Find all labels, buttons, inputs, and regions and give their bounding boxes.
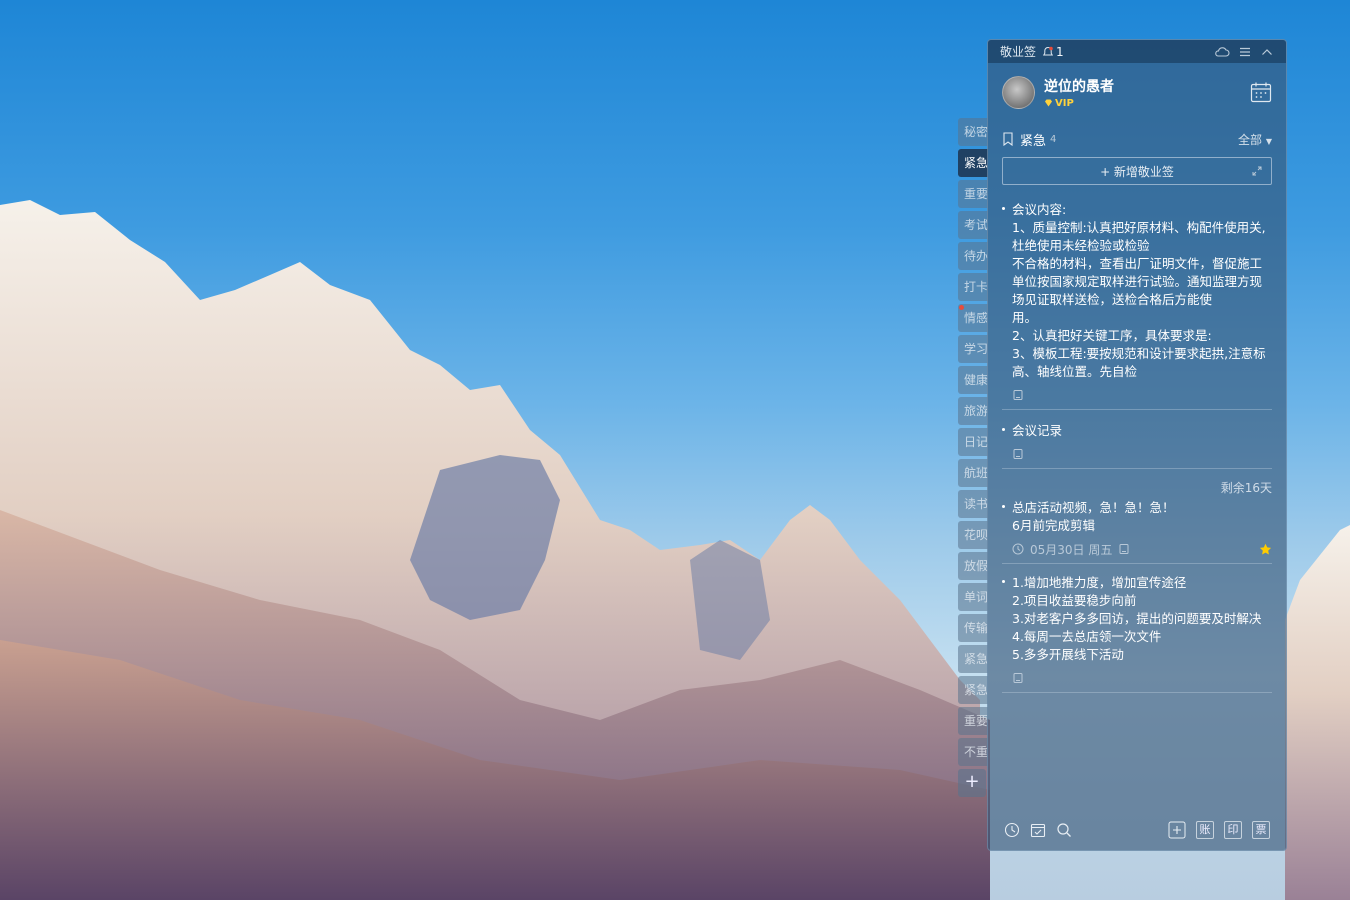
note-text: 会议内容: 1、质量控制:认真把好原材料、构配件使用关,杜绝使用未经检验或检验 …	[1012, 202, 1266, 379]
notification-count: 1	[1056, 44, 1064, 59]
clock-icon	[1012, 543, 1024, 555]
category-tab[interactable]: 重要	[958, 707, 988, 735]
note-tag-icon[interactable]	[1012, 448, 1024, 460]
category-tab[interactable]: 紧急	[958, 645, 988, 673]
category-count: 4	[1050, 133, 1057, 145]
note-date: 05月30日 周五	[1030, 542, 1113, 557]
collapse-icon[interactable]	[1260, 46, 1274, 58]
category-tab[interactable]: 放假	[958, 552, 988, 580]
app-title: 敬业签	[1000, 45, 1037, 59]
category-tab[interactable]: 健康	[958, 366, 988, 394]
bell-icon	[1042, 46, 1054, 55]
category-tab[interactable]: 日记	[958, 428, 988, 456]
ledger-button[interactable]: 账	[1196, 821, 1214, 839]
note-item[interactable]: 1.增加地推力度，增加宣传途径 2.项目收益要稳步向前 3.对老客户多多回访，提…	[1002, 564, 1272, 693]
category-tab[interactable]: 考试	[958, 211, 988, 239]
note-bullet	[1002, 505, 1005, 508]
reminder-clock-icon[interactable]	[1004, 822, 1020, 838]
menu-icon[interactable]	[1238, 46, 1252, 58]
diamond-icon	[1045, 99, 1052, 107]
category-tab[interactable]: 传输	[958, 614, 988, 642]
category-tab[interactable]: 打卡	[958, 273, 988, 301]
remaining-days: 剩余16天	[1220, 481, 1272, 495]
ticket-button[interactable]: 票	[1252, 821, 1270, 839]
avatar[interactable]	[1002, 75, 1035, 109]
note-list: 会议内容: 1、质量控制:认真把好原材料、构配件使用关,杜绝使用未经检验或检验 …	[988, 201, 1286, 693]
note-text: 1.增加地推力度，增加宣传途径 2.项目收益要稳步向前 3.对老客户多多回访，提…	[1012, 575, 1262, 662]
category-tab[interactable]: 紧急	[958, 149, 988, 177]
note-text: 总店活动视频，急！急！急！ 6月前完成剪辑	[1012, 500, 1175, 533]
note-tag-icon[interactable]	[1012, 672, 1024, 684]
category-tab[interactable]: 重要	[958, 180, 988, 208]
user-profile: 逆位的愚者 VIP	[988, 63, 1286, 121]
category-tab[interactable]: 秘密	[958, 118, 988, 146]
note-item[interactable]: 会议记录	[1002, 410, 1272, 469]
category-tab[interactable]: 航班	[958, 459, 988, 487]
vip-badge: VIP	[1044, 98, 1114, 109]
note-tag-icon[interactable]	[1012, 389, 1024, 401]
caret-down-icon: ▼	[1265, 136, 1272, 146]
add-note-button[interactable]: + 新增敬业签	[1002, 157, 1272, 185]
checklist-icon[interactable]	[1030, 822, 1046, 838]
bottom-toolbar: 账 印 票	[988, 810, 1286, 850]
star-icon[interactable]	[1259, 543, 1272, 556]
category-tab[interactable]: 读书	[958, 490, 988, 518]
category-tab[interactable]: 情感	[958, 304, 988, 332]
category-tab[interactable]: 花呗	[958, 521, 988, 549]
category-header: 紧急 4 全部 ▼	[988, 121, 1286, 157]
filter-dropdown[interactable]: 全部 ▼	[1238, 131, 1272, 148]
bookmark-icon	[1003, 132, 1013, 146]
expand-icon[interactable]	[1251, 165, 1263, 177]
category-tab[interactable]: 学习	[958, 335, 988, 363]
add-square-icon[interactable]	[1168, 821, 1186, 839]
title-bar[interactable]: 敬业签 1	[988, 40, 1286, 63]
cloud-sync-icon[interactable]	[1214, 46, 1230, 58]
search-icon[interactable]	[1056, 822, 1072, 838]
unread-dot	[959, 305, 964, 310]
note-bullet	[1002, 207, 1005, 210]
print-button[interactable]: 印	[1224, 821, 1242, 839]
category-tab[interactable]: 待办	[958, 242, 988, 270]
sticky-note-panel: 敬业签 1 逆位的愚者 VIP 紧急 4 全部 ▼ + 新增敬业签 会议内容: …	[987, 39, 1287, 851]
add-category-button[interactable]: +	[958, 769, 986, 797]
category-tab[interactable]: 紧急	[958, 676, 988, 704]
note-text: 会议记录	[1012, 423, 1063, 438]
username: 逆位的愚者	[1044, 78, 1114, 95]
note-item[interactable]: 会议内容: 1、质量控制:认真把好原材料、构配件使用关,杜绝使用未经检验或检验 …	[1002, 201, 1272, 410]
note-bullet	[1002, 580, 1005, 583]
category-tab[interactable]: 单词	[958, 583, 988, 611]
category-name: 紧急	[1020, 133, 1047, 149]
category-tab-strip: 秘密 紧急 重要 考试 待办 打卡 情感 学习 健康 旅游 日记 航班 读书 花呗 放假 单词 传输 紧急 紧急 重要…	[958, 118, 988, 797]
category-tab[interactable]: 旅游	[958, 397, 988, 425]
notification-button[interactable]: 1	[1042, 45, 1064, 59]
calendar-icon[interactable]	[1250, 81, 1272, 103]
note-bullet	[1002, 428, 1005, 431]
category-tab[interactable]: 不重	[958, 738, 988, 766]
note-tag-icon[interactable]	[1118, 543, 1130, 555]
note-item[interactable]: 剩余16天 总店活动视频，急！急！急！ 6月前完成剪辑 05月30日 周五	[1002, 469, 1272, 564]
